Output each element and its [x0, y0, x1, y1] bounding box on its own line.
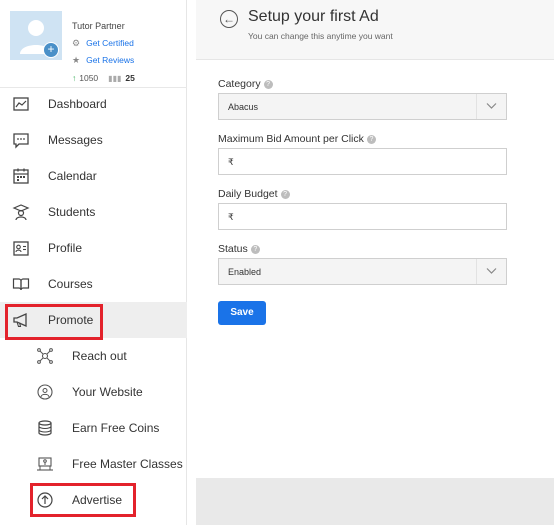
dashboard-icon — [13, 97, 29, 111]
chevron-down-icon — [476, 94, 506, 119]
get-reviews-link[interactable]: ★ Get Reviews — [72, 55, 134, 66]
max-bid-input[interactable]: ₹ — [218, 148, 507, 175]
get-certified-label: Get Certified — [86, 38, 134, 48]
sidebar-subitem-label: Your Website — [72, 385, 143, 399]
arrow-up-circle-icon — [37, 492, 53, 508]
sidebar-item-dashboard[interactable]: Dashboard — [0, 86, 187, 122]
coins-icon — [38, 420, 52, 436]
daily-budget-label: Daily Budget? — [218, 188, 290, 200]
sidebar: + Tutor Partner ⚙ Get Certified ★ Get Revi… — [0, 0, 187, 525]
sidebar-item-label: Messages — [48, 133, 103, 147]
help-icon[interactable]: ? — [366, 134, 376, 144]
daily-budget-label-text: Daily Budget — [218, 188, 278, 200]
status-label: Status? — [218, 243, 260, 255]
badge-icon: ⚙ — [72, 38, 81, 48]
page-subtitle: You can change this anytime you want — [248, 31, 393, 41]
sidebar-item-label: Dashboard — [48, 97, 107, 111]
status-label-text: Status — [218, 243, 248, 255]
sidebar-item-label: Courses — [48, 277, 93, 291]
help-icon[interactable]: ? — [280, 189, 290, 199]
star-icon: ★ — [72, 55, 81, 65]
arrow-up-icon: ↑ — [72, 73, 77, 83]
sidebar-subitem-label: Reach out — [72, 349, 127, 363]
sidebar-item-courses[interactable]: Courses — [0, 266, 187, 302]
sidebar-subitem-reach-out[interactable]: Reach out — [0, 338, 187, 374]
sidebar-subitem-label: Free Master Classes — [72, 457, 183, 471]
sidebar-item-label: Profile — [48, 241, 83, 255]
sidebar-subitem-label: Earn Free Coins — [72, 421, 160, 435]
category-select[interactable]: Abacus — [218, 93, 507, 120]
category-label-text: Category — [218, 78, 261, 90]
sidebar-item-label: Students — [48, 205, 96, 219]
megaphone-icon — [13, 312, 27, 328]
level-value: 25 — [125, 73, 135, 83]
daily-budget-input[interactable]: ₹ — [218, 203, 507, 230]
profile-icon — [13, 241, 29, 256]
sidebar-subitem-your-website[interactable]: Your Website — [0, 374, 187, 410]
max-bid-label: Maximum Bid Amount per Click? — [218, 133, 376, 145]
sidebar-subitem-free-master-classes[interactable]: Free Master Classes — [0, 446, 187, 482]
website-icon — [37, 384, 53, 400]
sidebar-subitem-earn-free-coins[interactable]: Earn Free Coins — [0, 410, 187, 446]
points-value: 1050 — [79, 73, 99, 83]
get-certified-link[interactable]: ⚙ Get Certified — [72, 38, 134, 49]
signal-bars-icon: ▮▮▮ — [108, 74, 122, 83]
get-reviews-label: Get Reviews — [86, 55, 135, 65]
category-label: Category? — [218, 78, 273, 90]
back-button[interactable]: ← — [220, 10, 238, 28]
sidebar-item-students[interactable]: Students — [0, 194, 187, 230]
chevron-down-icon — [476, 259, 506, 284]
sidebar-item-label: Promote — [48, 313, 94, 327]
help-icon[interactable]: ? — [250, 244, 260, 254]
sidebar-item-messages[interactable]: Messages — [0, 122, 187, 158]
courses-icon — [12, 278, 30, 291]
profile-name: Tutor Partner — [72, 21, 125, 31]
messages-icon — [13, 133, 29, 149]
add-photo-icon[interactable]: + — [43, 42, 59, 58]
daily-budget-value: ₹ — [228, 212, 234, 222]
calendar-icon — [13, 168, 29, 184]
sidebar-subitem-label: Advertise — [72, 493, 123, 507]
sidebar-item-profile[interactable]: Profile — [0, 230, 187, 266]
status-value: Enabled — [228, 267, 262, 277]
network-icon — [37, 348, 53, 364]
profile-stats: ↑ 1050 ▮▮▮ 25 — [72, 73, 135, 83]
sidebar-item-promote[interactable]: Promote — [0, 302, 187, 338]
avatar[interactable]: + — [10, 11, 62, 60]
students-icon — [12, 204, 30, 221]
page-title: Setup your first Ad — [248, 8, 379, 25]
status-select[interactable]: Enabled — [218, 258, 507, 285]
category-value: Abacus — [228, 102, 259, 112]
arrow-left-icon: ← — [223, 12, 235, 26]
max-bid-label-text: Maximum Bid Amount per Click — [218, 133, 364, 145]
profile-card: + Tutor Partner ⚙ Get Certified ★ Get Revi… — [0, 0, 187, 88]
sidebar-item-calendar[interactable]: Calendar — [0, 158, 187, 194]
classroom-icon — [37, 457, 53, 471]
sidebar-item-label: Calendar — [48, 169, 97, 183]
help-icon[interactable]: ? — [263, 79, 273, 89]
save-button[interactable]: Save — [218, 301, 266, 325]
max-bid-value: ₹ — [228, 157, 234, 167]
footer-bar — [196, 478, 554, 525]
sidebar-subitem-advertise[interactable]: Advertise — [0, 482, 187, 518]
